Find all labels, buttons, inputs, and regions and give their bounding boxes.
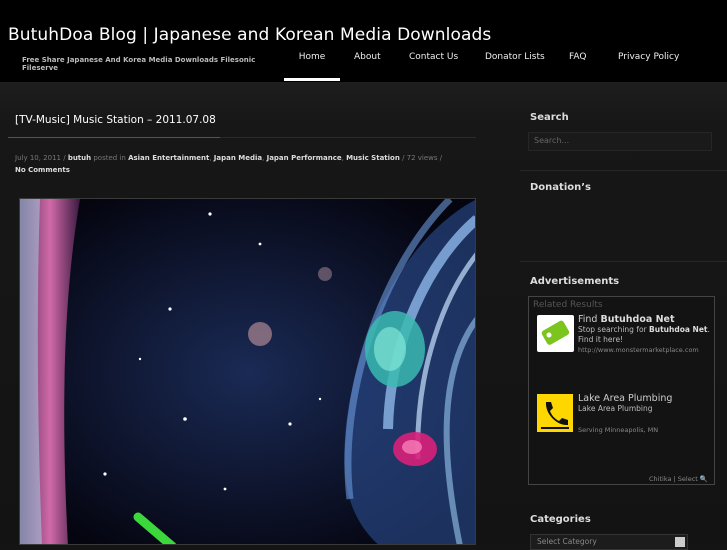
title-divider-highlight: [8, 137, 220, 138]
nav-home[interactable]: Home: [284, 52, 340, 81]
tag-icon-graphic: [541, 320, 570, 345]
post-author[interactable]: butuh: [68, 154, 91, 162]
sidebar: Search Search... Donation’s Advertisemen…: [520, 100, 727, 550]
nav-privacy-policy[interactable]: Privacy Policy: [618, 52, 679, 78]
category-link[interactable]: Asian Entertainment: [128, 154, 209, 162]
chevron-down-icon[interactable]: [675, 537, 685, 547]
view-count: 72 views: [406, 154, 438, 162]
search-input[interactable]: Search...: [528, 132, 712, 151]
ad2-text[interactable]: Lake Area Plumbing: [578, 404, 714, 414]
site-header: ButuhDoa Blog | Japanese and Korean Medi…: [0, 0, 727, 82]
posted-in-label: posted in: [93, 154, 126, 162]
comments-link[interactable]: No Comments: [15, 166, 70, 174]
phone-icon-graphic: [537, 394, 573, 432]
ads-widget-title: Advertisements: [530, 276, 620, 287]
ad1-title-bold[interactable]: Butuhdoa Net: [600, 314, 674, 325]
donation-widget-title: Donation’s: [530, 182, 591, 193]
nav-faq[interactable]: FAQ: [569, 52, 586, 78]
post-image[interactable]: [19, 198, 476, 545]
category-link[interactable]: Music Station: [346, 154, 400, 162]
ad2-title[interactable]: Lake Area Plumbing: [578, 393, 672, 404]
ad-footer[interactable]: Chitika | Select 🔍: [649, 475, 708, 483]
music-station-screencap: [20, 199, 475, 544]
post-date: July 10, 2011: [15, 154, 61, 162]
ad1-text-bold: Butuhdoa Net: [649, 325, 708, 334]
ad-footer-text[interactable]: Chitika | Select: [649, 475, 698, 483]
category-select[interactable]: Select Category: [530, 534, 688, 550]
yellow-pages-icon[interactable]: [537, 394, 573, 432]
ad1-title[interactable]: Find Butuhdoa Net: [578, 314, 675, 325]
post-title[interactable]: [TV-Music] Music Station – 2011.07.08: [15, 114, 216, 126]
search-icon[interactable]: 🔍: [700, 475, 708, 483]
ad1-url[interactable]: http://www.monstermarketplace.com: [578, 346, 699, 354]
nav-donator-lists[interactable]: Donator Lists: [485, 52, 545, 78]
site-title[interactable]: ButuhDoa Blog | Japanese and Korean Medi…: [8, 25, 491, 45]
ad-box: Related Results Find Butuhdoa Net Stop s…: [528, 296, 715, 485]
post-meta: July 10, 2011 / butuh posted in Asian En…: [15, 154, 443, 174]
category-link[interactable]: Japan Media: [214, 154, 262, 162]
widget-divider: [520, 261, 727, 262]
widget-divider: [520, 170, 727, 171]
shopping-tag-icon[interactable]: [537, 315, 574, 352]
nav-contact-us[interactable]: Contact Us: [409, 52, 458, 78]
ad2-location: Serving Minneapolis, MN: [578, 426, 659, 434]
nav-about[interactable]: About: [354, 52, 381, 78]
category-link[interactable]: Japan Performance: [267, 154, 342, 162]
ad-related-label: Related Results: [533, 300, 603, 310]
categories-widget-title: Categories: [530, 514, 591, 525]
site-tagline: Free Share Japanese And Korea Media Down…: [22, 56, 256, 72]
ad1-title-pre[interactable]: Find: [578, 314, 600, 325]
ad1-text-pre: Stop searching for: [578, 325, 650, 334]
search-widget-title: Search: [530, 112, 569, 123]
ad1-text[interactable]: Stop searching for Butuhdoa Net. Find it…: [578, 325, 714, 345]
